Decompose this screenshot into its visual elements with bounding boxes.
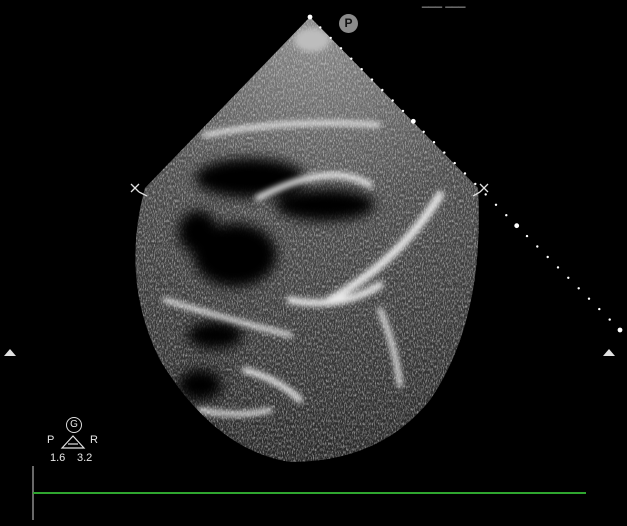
depth-dot [432,141,436,144]
legend-right-label: R [90,434,98,446]
probe-orientation-badge: P [339,14,358,33]
depth-dot [463,172,467,175]
depth-dot [525,234,529,238]
left-triangle-up-icon [4,349,16,356]
depth-dot [617,327,623,333]
depth-dot [410,118,416,124]
legend-left-label: P [47,434,55,446]
depth-dot [598,307,601,311]
scan-sector [135,17,479,462]
depth-dot [567,276,570,279]
ultrasound-image [32,14,623,520]
depth-dot [556,266,560,269]
depth-dot [587,297,591,300]
depth-dot [422,130,425,133]
depth-dot [329,36,332,40]
depth-dot [370,78,374,81]
depth-dot [360,68,363,71]
depth-dot [307,14,313,20]
depth-dot [350,57,353,60]
depth-dot [453,161,456,165]
depth-dot [443,151,446,154]
ecg-trace [32,466,586,520]
depth-dot [391,99,394,102]
depth-dot [536,245,539,248]
depth-dot [514,223,520,229]
depth-dot [339,47,343,50]
gain-triangle-icon [60,435,86,449]
right-triangle-up-icon [603,349,615,356]
depth-dot [494,203,498,206]
depth-dot [319,26,322,29]
depth-dot [474,182,477,186]
gain-badge: G [66,417,82,433]
legend-right-value: 3.2 [77,452,93,464]
depth-dot [381,88,384,92]
depth-dot [484,193,487,196]
depth-dot [401,109,405,113]
depth-dot [505,214,508,217]
top-readout: ___ ___ [422,0,466,8]
depth-dot [546,255,549,259]
legend-left-value: 1.6 [50,452,66,464]
depth-dot [608,318,611,321]
depth-dot [577,287,580,290]
